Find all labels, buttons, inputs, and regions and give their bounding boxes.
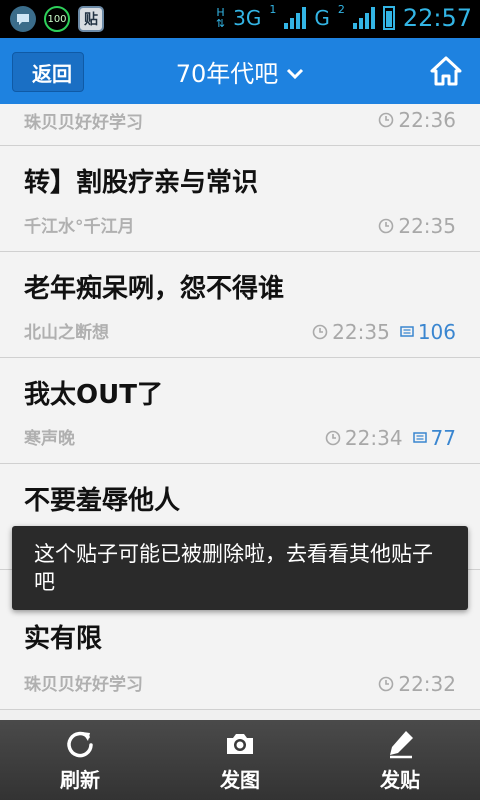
app-header: 返回 70年代吧 bbox=[0, 38, 480, 104]
post-time: 22:35 bbox=[332, 320, 390, 344]
clock-icon bbox=[379, 112, 394, 128]
reply-count-icon bbox=[412, 432, 427, 443]
post-meta: 22:32 bbox=[378, 672, 456, 696]
data-activity-indicator: H ⇅ bbox=[216, 7, 225, 29]
chevron-down-icon bbox=[286, 64, 304, 85]
post-time: 22:35 bbox=[398, 214, 456, 238]
post-label: 发贴 bbox=[380, 767, 420, 792]
post-author: 千江水°千江月 bbox=[24, 217, 135, 237]
post-title: 老年痴呆咧，怨不得谁 bbox=[24, 274, 285, 304]
tieba-app-icon: 贴 bbox=[78, 6, 104, 32]
home-icon[interactable] bbox=[430, 56, 462, 86]
post-meta: 22:34 77 bbox=[325, 426, 456, 450]
message-icon bbox=[10, 6, 36, 32]
post-meta: 22:35 106 bbox=[312, 320, 456, 344]
sim1-label: 1 bbox=[269, 3, 277, 16]
battery-icon bbox=[382, 6, 395, 30]
reply-count: 106 bbox=[417, 320, 456, 344]
post-author: 珠贝贝好好学习 bbox=[24, 675, 143, 695]
reply-count: 77 bbox=[430, 426, 456, 450]
post-meta: 22:35 bbox=[378, 214, 456, 238]
forum-title-dropdown[interactable]: 70年代吧 bbox=[0, 54, 480, 89]
post-author: 北山之断想 bbox=[24, 323, 109, 343]
post-title: 我太OUT了 bbox=[24, 380, 163, 410]
sim2-label: 2 bbox=[337, 3, 345, 16]
signal-bars-icon bbox=[284, 7, 307, 29]
post-time: 22:34 bbox=[344, 426, 403, 450]
clock-icon bbox=[325, 430, 341, 446]
refresh-label: 刷新 bbox=[60, 767, 100, 792]
clock-icon bbox=[379, 218, 394, 234]
list-item[interactable]: 我太OUT了 寒声晚 22:34 77 bbox=[0, 358, 480, 464]
photo-label: 发图 bbox=[220, 767, 260, 792]
post-photo-button[interactable]: 发图 bbox=[160, 720, 320, 800]
camera-icon bbox=[227, 733, 253, 754]
network-type-primary: 3G bbox=[233, 6, 262, 30]
refresh-button[interactable]: 刷新 bbox=[0, 720, 160, 800]
post-author: 珠贝贝好好学习 bbox=[24, 113, 143, 133]
pencil-icon bbox=[390, 730, 413, 758]
system-indicators: H ⇅ 3G 1 G 2 22:57 bbox=[216, 4, 472, 32]
status-bar: 100 贴 H ⇅ 3G 1 G 2 22:57 bbox=[0, 0, 480, 38]
post-meta: 22:36 bbox=[378, 108, 456, 132]
notification-icons: 100 贴 bbox=[10, 6, 104, 32]
data-arrows-icon: ⇅ bbox=[215, 17, 226, 30]
clock: 22:57 bbox=[402, 4, 472, 32]
list-item[interactable]: 老年痴呆咧，怨不得谁 北山之断想 22:35 106 bbox=[0, 252, 480, 358]
post-title: 转】割股疗亲与常识 bbox=[24, 168, 259, 198]
network-type-secondary: G bbox=[314, 6, 330, 30]
post-time: 22:32 bbox=[398, 672, 456, 696]
list-item[interactable]: 珠贝贝好好学习 22:36 bbox=[0, 104, 480, 146]
post-list: 珠贝贝好好学习 22:36 转】割股疗亲与常识 千江水°千江月 22:35 老年… bbox=[0, 104, 480, 720]
clock-icon bbox=[379, 676, 394, 692]
notification-badge: 100 bbox=[44, 6, 70, 32]
post-author: 寒声晚 bbox=[24, 429, 75, 449]
refresh-icon bbox=[67, 731, 93, 757]
post-title: 实有限 bbox=[24, 624, 103, 654]
list-item[interactable]: 转】割股疗亲与常识 千江水°千江月 22:35 bbox=[0, 146, 480, 252]
reply-count-icon bbox=[400, 326, 414, 337]
bottom-toolbar: 刷新 发图 发贴 bbox=[0, 720, 480, 800]
clock-icon bbox=[312, 324, 328, 340]
post-time: 22:36 bbox=[398, 108, 456, 132]
page-title: 70年代吧 bbox=[175, 60, 279, 88]
signal-bars-icon bbox=[352, 7, 375, 29]
new-post-button[interactable]: 发贴 bbox=[320, 720, 480, 800]
toast-message: 这个贴子可能已被删除啦，去看看其他贴子吧 bbox=[12, 526, 468, 610]
post-title: 不要羞辱他人 bbox=[24, 486, 181, 516]
